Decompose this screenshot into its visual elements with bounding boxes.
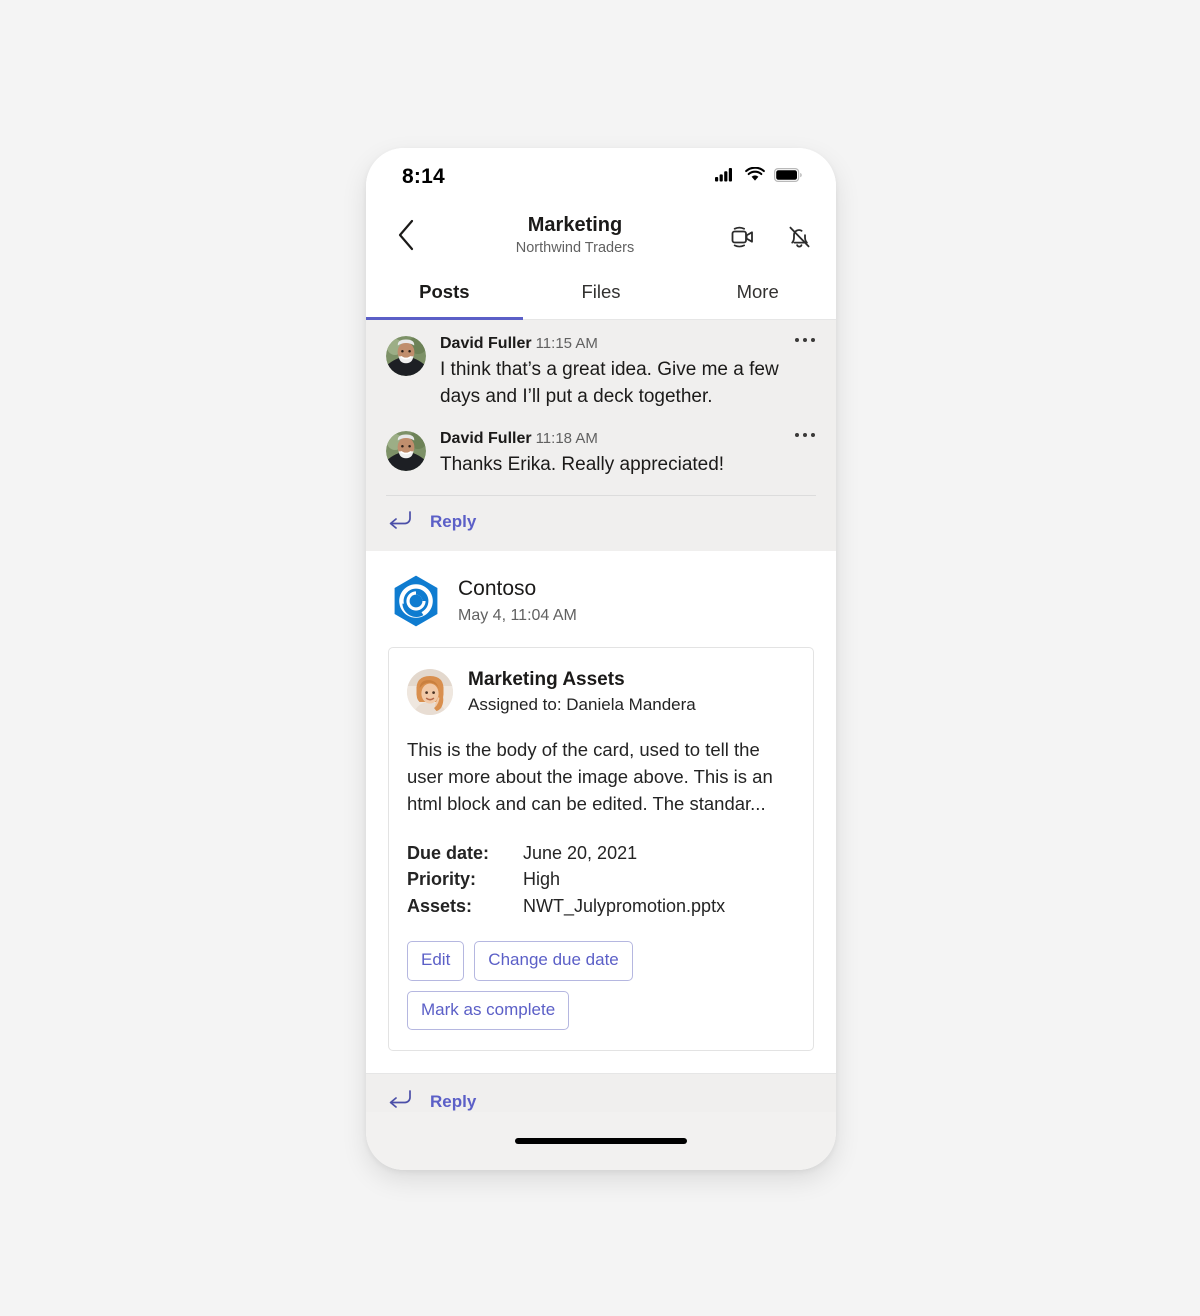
status-time: 8:14 [402,165,445,188]
message-content: David Fuller 11:18 AM Thanks Erika. Reall… [440,429,790,479]
change-due-date-button[interactable]: Change due date [474,941,633,981]
card-subtitle: Assigned to: Daniela Mandera [468,695,696,715]
cellular-signal-icon [715,167,736,187]
phone-frame: 8:14 Marketing Northwind Traders Posts F… [366,148,836,1170]
battery-icon [774,167,802,187]
more-options-icon[interactable] [790,334,820,411]
card-fact-table: Due date: June 20, 2021 Priority: High A… [407,840,793,920]
message-item[interactable]: David Fuller 11:15 AM I think that’s a gr… [366,320,836,419]
reply-label: Reply [430,512,477,531]
posts-feed[interactable]: David Fuller 11:15 AM I think that’s a gr… [366,320,836,1112]
tab-more[interactable]: More [679,268,836,319]
fact-row: Due date: June 20, 2021 [407,840,793,867]
asset-file-link[interactable]: NWT_Julypromotion.pptx [523,893,793,920]
home-indicator-area [366,1112,836,1170]
more-options-icon[interactable] [790,429,820,479]
post-thread-two: Contoso May 4, 11:04 AM Marketing Assets… [366,550,836,1112]
fact-key: Due date: [407,842,490,863]
fact-value: June 20, 2021 [523,842,638,863]
tab-files[interactable]: Files [523,268,680,319]
post-thread-one: David Fuller 11:15 AM I think that’s a gr… [366,320,836,551]
avatar-david-fuller [386,430,426,471]
page-title: Marketing [527,214,623,237]
message-meta: David Fuller 11:15 AM [440,334,786,355]
reply-label: Reply [430,1091,477,1111]
bot-name: Contoso [458,576,537,600]
message-author: David Fuller [440,335,532,352]
avatar-daniela-mandera [407,669,453,716]
status-indicators [715,166,802,187]
reply-arrow-icon [388,510,412,534]
message-text: Thanks Erika. Really appreciated! [440,453,725,475]
message-item[interactable]: David Fuller 11:18 AM Thanks Erika. Reall… [366,419,836,487]
home-indicator[interactable] [515,1138,687,1144]
channel-header: Marketing Northwind Traders [366,206,836,268]
meet-now-icon[interactable] [728,222,758,252]
bot-post-header: Contoso May 4, 11:04 AM [366,573,836,629]
edit-button[interactable]: Edit [407,941,465,981]
chevron-left-icon [397,219,417,256]
channel-tabs: Posts Files More [366,268,836,320]
header-titles: Marketing Northwind Traders [428,213,722,260]
card-actions: Edit Change due date Mark as complete [407,941,793,1031]
message-content: David Fuller 11:15 AM I think that’s a gr… [440,334,790,411]
tab-files-label: Files [581,281,621,302]
tab-more-label: More [736,281,779,302]
card-title: Marketing Assets [468,668,625,690]
header-actions [722,222,814,252]
fact-value: High [523,869,561,890]
message-meta: David Fuller 11:18 AM [440,429,786,450]
card-titles: Marketing Assets Assigned to: Daniela Ma… [468,668,696,718]
message-author: David Fuller [440,429,532,447]
message-timestamp: 11:15 AM [535,335,598,352]
reply-button[interactable]: Reply [366,1073,836,1112]
bot-timestamp: May 4, 11:04 AM [458,606,577,624]
reply-button[interactable]: Reply [366,496,836,551]
fact-row: Assets: NWT_Julypromotion.pptx [407,893,793,920]
fact-row: Priority: High [407,866,793,893]
back-button[interactable] [386,219,428,256]
wifi-icon [745,166,765,187]
tab-posts[interactable]: Posts [366,268,523,320]
tab-posts-label: Posts [419,281,470,302]
mark-as-complete-button[interactable]: Mark as complete [407,990,570,1031]
avatar-david-fuller [386,336,426,376]
card-body-text: This is the body of the card, used to te… [407,739,773,814]
message-timestamp: 11:18 AM [535,429,598,447]
card-header: Marketing Assets Assigned to: Daniela Ma… [407,668,793,718]
status-bar: 8:14 [366,148,836,206]
fact-key: Priority: [407,869,477,890]
reply-arrow-icon [388,1090,412,1112]
message-text: I think that’s a great idea. Give me a f… [440,358,779,407]
team-name: Northwind Traders [515,240,635,257]
bot-meta: Contoso May 4, 11:04 AM [458,573,577,628]
fact-key: Assets: [407,895,473,916]
notifications-off-icon[interactable] [784,222,814,252]
contoso-logo-icon [388,573,444,629]
adaptive-card: Marketing Assets Assigned to: Daniela Ma… [388,646,814,1052]
screenshot-canvas: 8:14 Marketing Northwind Traders Posts F… [0,0,1200,1316]
